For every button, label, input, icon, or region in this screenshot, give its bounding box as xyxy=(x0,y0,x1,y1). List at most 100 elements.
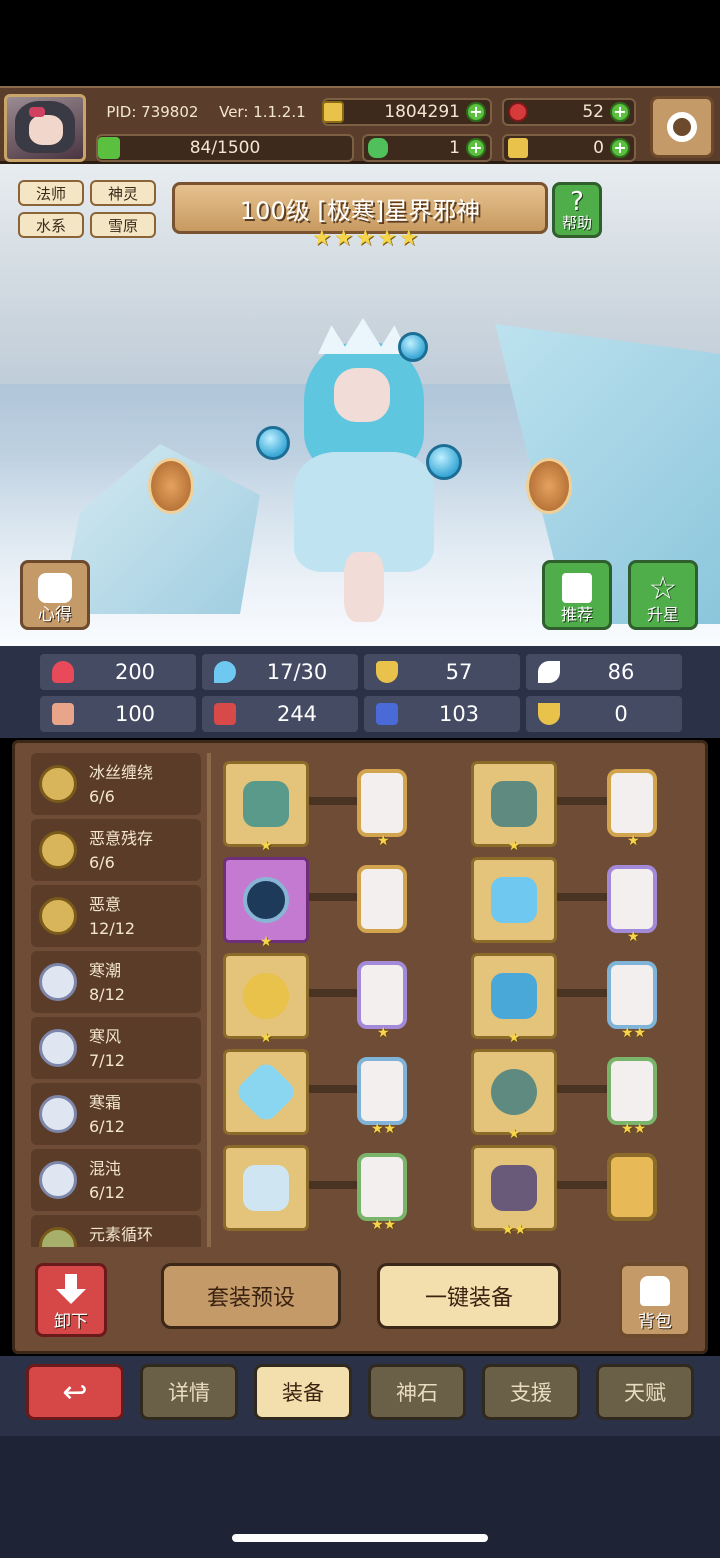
gold-counter: 1804291 + xyxy=(322,98,492,126)
player-avatar[interactable] xyxy=(4,94,86,162)
rune-slot[interactable]: ★ xyxy=(357,961,407,1041)
ruby-icon xyxy=(508,102,528,122)
set-row[interactable]: 冰丝缠绕 6/6 xyxy=(31,753,201,815)
set-name: 混沌 xyxy=(89,1159,122,1178)
set-row[interactable]: 元素循环 xyxy=(31,1215,201,1247)
ice-helm-icon xyxy=(243,1165,289,1211)
stat-magic: 244 xyxy=(202,696,358,732)
scroll-icon xyxy=(376,703,398,725)
equip-helm[interactable] xyxy=(223,1145,309,1231)
help-button[interactable]: ? 帮助 xyxy=(552,182,602,238)
key-counter: 0 + xyxy=(502,134,636,162)
rune-slot[interactable]: ★★ xyxy=(357,1153,407,1233)
rune-slot[interactable]: ★★ xyxy=(607,961,657,1041)
add-gem-button[interactable]: + xyxy=(610,102,630,122)
down-arrow-icon xyxy=(56,1274,86,1304)
set-row[interactable]: 寒风 7/12 xyxy=(31,1017,201,1079)
settings-button[interactable] xyxy=(650,96,714,158)
add-gold-button[interactable]: + xyxy=(466,102,486,122)
rune-slot[interactable]: ★ xyxy=(607,865,657,945)
upstar-button[interactable]: ☆ 升星 xyxy=(628,560,698,630)
insight-button[interactable]: 心得 xyxy=(20,560,90,630)
rune-slot[interactable] xyxy=(607,1153,657,1221)
return-arrow-icon: ↩ xyxy=(62,1374,88,1410)
rune-slot[interactable]: ★★ xyxy=(607,1057,657,1137)
unequip-button[interactable]: 卸下 xyxy=(35,1263,107,1337)
equip-robe[interactable] xyxy=(471,857,557,943)
set-count: 12/12 xyxy=(89,919,136,938)
cloak-icon xyxy=(491,781,537,827)
equip-gloves[interactable]: ★ xyxy=(471,953,557,1046)
stat-value: 57 xyxy=(445,660,473,684)
equip-crystal[interactable] xyxy=(223,1049,309,1135)
set-count: 7/12 xyxy=(89,1051,125,1070)
gem-slot-left[interactable] xyxy=(148,458,194,514)
stat-speed: 86 xyxy=(526,654,682,690)
belt-icon xyxy=(491,1069,537,1115)
staff-icon xyxy=(243,781,289,827)
back-button[interactable]: ↩ xyxy=(26,1364,124,1420)
ice-robe-icon xyxy=(491,877,537,923)
tab-label: 支援 xyxy=(510,1381,552,1405)
set-icon xyxy=(39,1095,77,1133)
tab-equipment[interactable]: 装备 xyxy=(254,1364,352,1420)
set-bonus-list[interactable]: 冰丝缠绕 6/6 恶意残存 6/6 恶意 12/12 寒潮 8/12 寒风 7/12 寒霜… xyxy=(21,753,205,1247)
equip-armor[interactable]: ★ xyxy=(471,761,557,854)
recommend-button[interactable]: 推荐 xyxy=(542,560,612,630)
gold-coin-icon xyxy=(322,101,344,123)
shield-icon xyxy=(376,661,398,683)
tag-terrain: 雪原 xyxy=(90,212,156,238)
set-row[interactable]: 恶意 12/12 xyxy=(31,885,201,947)
key-icon xyxy=(508,138,528,158)
tab-talent[interactable]: 天赋 xyxy=(596,1364,694,1420)
set-icon xyxy=(39,1029,77,1067)
set-row[interactable]: 混沌 6/12 xyxy=(31,1149,201,1211)
home-indicator[interactable] xyxy=(232,1534,488,1542)
equipment-panel: 冰丝缠绕 6/6 恶意残存 6/6 恶意 12/12 寒潮 8/12 寒风 7/12 寒霜… xyxy=(12,740,708,1354)
tab-godstone[interactable]: 神石 xyxy=(368,1364,466,1420)
set-count: 6/12 xyxy=(89,1183,125,1202)
equip-belt[interactable]: ★ xyxy=(471,1049,557,1142)
add-clover-button[interactable]: + xyxy=(466,138,486,158)
wing-icon xyxy=(538,661,560,683)
equip-boots[interactable]: ★★ xyxy=(471,1145,557,1238)
bag-button[interactable]: 背包 xyxy=(619,1263,691,1337)
fist-icon xyxy=(52,703,74,725)
rune-slot[interactable] xyxy=(357,865,407,933)
tab-support[interactable]: 支援 xyxy=(482,1364,580,1420)
top-bar: PID: 739802 Ver: 1.1.2.1 1804291 + 52 + … xyxy=(0,86,720,164)
preset-button[interactable]: 套装预设 xyxy=(161,1263,341,1329)
set-row[interactable]: 恶意残存 6/6 xyxy=(31,819,201,881)
notebook-icon xyxy=(38,573,72,603)
equip-orb[interactable]: ★ xyxy=(223,857,309,950)
rune-slot[interactable]: ★★ xyxy=(357,1057,407,1137)
gold-value: 1804291 xyxy=(384,102,460,122)
book-icon xyxy=(214,703,236,725)
set-count: 6/6 xyxy=(89,853,115,872)
gem-value: 52 xyxy=(582,102,604,122)
gem-slot-right[interactable] xyxy=(526,458,572,514)
set-count: 6/12 xyxy=(89,1117,125,1136)
thumbs-up-icon xyxy=(562,573,592,603)
one-click-equip-button[interactable]: 一键装备 xyxy=(377,1263,561,1329)
stat-value: 103 xyxy=(438,702,480,726)
star-icon: ☆ xyxy=(648,569,678,607)
stat-value: 86 xyxy=(607,660,635,684)
stamina-value: 84/1500 xyxy=(189,138,261,158)
set-row[interactable]: 寒霜 6/12 xyxy=(31,1083,201,1145)
necklace-icon xyxy=(243,973,289,1019)
dark-orb-icon xyxy=(243,877,289,923)
gem-counter: 52 + xyxy=(502,98,636,126)
tab-label: 神石 xyxy=(396,1381,438,1405)
rune-slot[interactable]: ★ xyxy=(357,769,407,849)
set-name: 寒风 xyxy=(89,1027,122,1046)
add-key-button[interactable]: + xyxy=(610,138,630,158)
set-row[interactable]: 寒潮 8/12 xyxy=(31,951,201,1013)
set-count: 6/6 xyxy=(89,787,115,806)
equip-weapon[interactable]: ★ xyxy=(223,761,309,854)
stats-panel: 200 17/30 57 86 100 244 103 0 xyxy=(0,646,720,738)
tab-details[interactable]: 详情 xyxy=(140,1364,238,1420)
equip-necklace[interactable]: ★ xyxy=(223,953,309,1046)
set-icon xyxy=(39,765,77,803)
rune-slot[interactable]: ★ xyxy=(607,769,657,849)
